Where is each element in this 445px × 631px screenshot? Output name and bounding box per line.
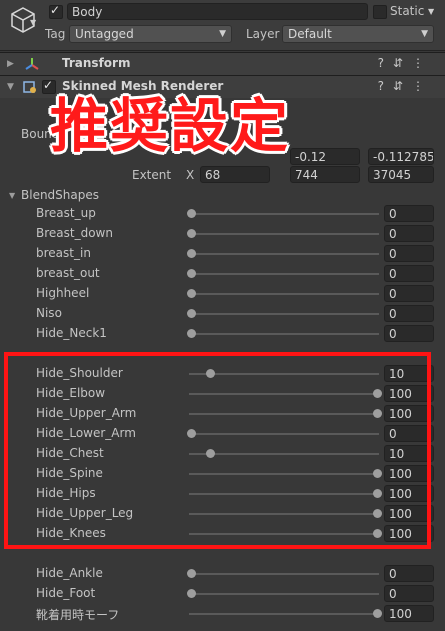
tag-value: Untagged [75,27,134,41]
blendshape-row: Breast_down 0 [0,224,445,244]
inspector-header: ▼ Body Static ▼ Tag Untagged ▼ Layer Def… [0,0,445,51]
bounds-center-z-value: -0.1127854 [373,150,434,164]
blendshapes-title: BlendShapes [21,188,99,202]
blendshape-row: Hide_Neck1 0 [0,324,445,344]
blendshape-row: Breast_up 0 [0,204,445,224]
blendshape-name: Hide_Neck1 [36,326,107,340]
blendshape-value-field[interactable]: 100 [384,605,434,622]
static-label: Static [390,4,425,18]
slider-handle[interactable] [187,309,196,318]
blendshape-name: Breast_down [36,226,113,240]
blendshape-name: Hide_Ankle [36,566,103,580]
extent-x-value: 68 [205,168,221,182]
slider-handle[interactable] [187,569,196,578]
static-checkbox[interactable] [373,5,387,19]
blendshape-name: Niso [36,306,62,320]
blendshape-slider[interactable] [187,309,379,318]
slider-handle[interactable] [373,609,382,618]
blendshape-name: Highheel [36,286,90,300]
object-name-field[interactable]: Body [67,3,368,20]
blendshape-row: breast_out 0 [0,264,445,284]
foldout-arrow-icon[interactable]: ▼ [7,82,14,92]
blendshapes-foldout-icon[interactable]: ▼ [9,191,15,200]
tag-dropdown[interactable]: Untagged ▼ [69,25,232,43]
blendshape-row: Niso 0 [0,304,445,324]
blendshape-value-field[interactable]: 0 [384,205,434,222]
static-dropdown-icon[interactable]: ▼ [428,7,434,16]
blendshape-name: breast_out [36,266,100,280]
blendshape-row: Hide_Foot 0 [0,584,445,604]
chevron-down-icon: ▼ [421,29,428,39]
layer-value: Default [288,27,332,41]
blendshape-row: Hide_Ankle 0 [0,564,445,584]
blendshape-slider[interactable] [187,569,379,578]
blendshape-value-field[interactable]: 0 [384,325,434,342]
extent-z-value: 37045 [373,168,412,182]
blendshape-name: breast_in [36,246,91,260]
blendshape-row: Highheel 0 [0,284,445,304]
overlay-title: 推奨設定 [50,92,291,160]
blendshape-name: Breast_up [36,206,96,220]
bounds-center-y-field[interactable]: -0.12 [290,148,360,165]
extent-y-field[interactable]: 744 [290,166,360,183]
slider-handle[interactable] [187,289,196,298]
slider-handle[interactable] [187,249,196,258]
extent-label: Extent [132,168,172,182]
extent-y-value: 744 [295,168,318,182]
tag-label: Tag [45,27,66,41]
bounds-center-y-value: -0.12 [295,150,327,164]
blendshape-name: 靴着用時モーフ [36,608,120,622]
blendshape-value-field[interactable]: 0 [384,225,434,242]
blendshape-slider[interactable] [187,249,379,258]
blendshape-row: breast_in 0 [0,244,445,264]
layer-dropdown[interactable]: Default ▼ [282,25,434,43]
extent-x-field[interactable]: 68 [200,166,270,183]
component-header-icons[interactable]: ?⇵⋮ [378,79,433,93]
transform-icon [25,58,39,70]
blendshape-value-field[interactable]: 0 [384,305,434,322]
renderer-title: Skinned Mesh Renderer [62,79,224,93]
slider-handle[interactable] [187,229,196,238]
slider-handle[interactable] [187,209,196,218]
blendshape-slider[interactable] [187,329,379,338]
transform-title: Transform [62,56,131,70]
transform-component-header[interactable]: ▶ Transform ?⇵⋮ [0,52,445,75]
foldout-arrow-icon[interactable]: ▶ [7,59,14,69]
bounds-center-z-field[interactable]: -0.1127854 [368,148,434,165]
highlight-box [4,352,431,549]
blendshape-slider[interactable] [187,209,379,218]
blendshape-slider[interactable] [187,229,379,238]
chevron-down-icon: ▼ [219,29,226,39]
blendshape-row: 靴着用時モーフ 100 [0,604,445,624]
blendshape-value-field[interactable]: 0 [384,565,434,582]
blendshape-slider[interactable] [187,269,379,278]
blendshape-slider[interactable] [187,589,379,598]
blendshape-value-field[interactable]: 0 [384,245,434,262]
extent-z-field[interactable]: 37045 [368,166,434,183]
skinned-mesh-icon [23,81,36,93]
blendshape-name: Hide_Foot [36,586,96,600]
extent-x-label: X [186,168,195,182]
blendshape-slider[interactable] [187,289,379,298]
slider-handle[interactable] [187,589,196,598]
blendshape-value-field[interactable]: 0 [384,285,434,302]
layer-label: Layer [246,27,280,41]
slider-handle[interactable] [187,329,196,338]
chevron-down-icon[interactable]: ▼ [30,18,36,27]
slider-handle[interactable] [187,269,196,278]
active-checkbox[interactable] [49,3,63,19]
component-header-icons[interactable]: ?⇵⋮ [378,56,433,70]
blendshape-slider[interactable] [189,609,382,618]
blendshape-value-field[interactable]: 0 [384,585,434,602]
blendshape-value-field[interactable]: 0 [384,265,434,282]
